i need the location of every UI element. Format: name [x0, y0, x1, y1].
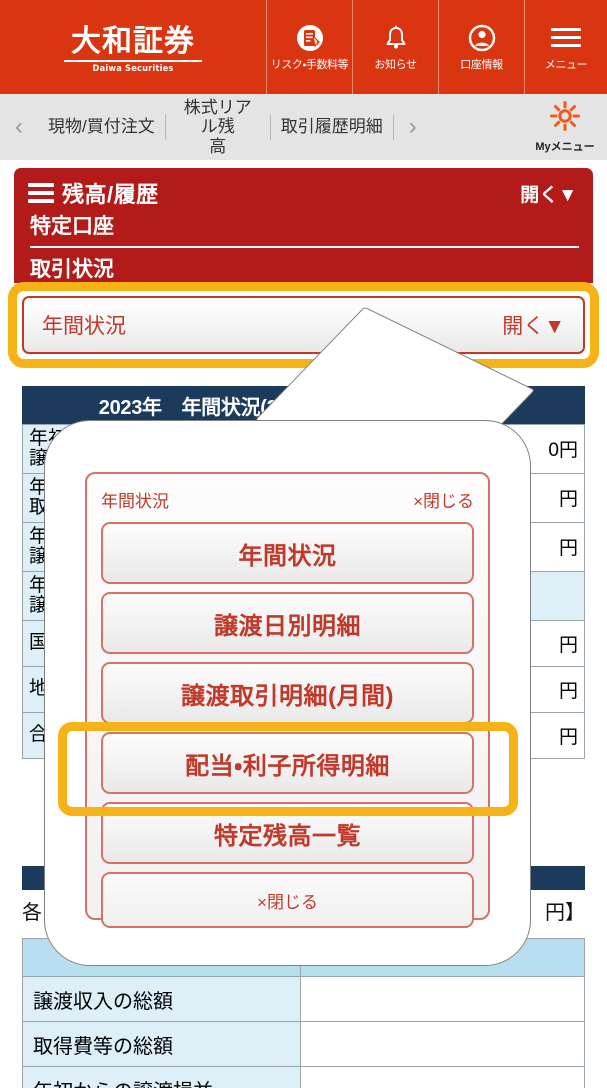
header-button-label: リスク・手数料等 — [270, 58, 349, 71]
hamburger-menu-icon[interactable] — [28, 179, 54, 207]
note-left-text: 各 — [22, 902, 42, 924]
panel-open-toggle[interactable]: 開く▼ — [520, 180, 577, 207]
modal-title: 年間状況 — [101, 492, 169, 511]
modal-menu-item-3[interactable]: 譲渡取引明細(月間) — [101, 662, 474, 724]
logo-sub-text: Daiwa Securities — [92, 64, 174, 75]
logo-main-text: 大和証券 — [71, 23, 195, 59]
header-button-label: お知らせ — [374, 58, 417, 71]
panel-title: 残高/履歴 — [62, 182, 159, 207]
account-type-text: 特定口座 — [30, 215, 114, 238]
table-row: 取得費等の総額 — [22, 1021, 585, 1067]
modal-menu-item-2[interactable]: 譲渡日別明細 — [101, 592, 474, 654]
modal-menu-item-1[interactable]: 年間状況 — [101, 522, 474, 584]
annual-status-select[interactable]: 年間状況 開く▼ — [22, 296, 585, 354]
logo-divider — [64, 60, 202, 63]
nav-item-spot-buy-order[interactable]: 現物/買付注文 — [38, 117, 165, 136]
row-value — [300, 1066, 585, 1088]
header-button-account-info[interactable]: 口座情報 — [438, 0, 524, 94]
header-button-menu[interactable]: メニュー — [524, 0, 607, 94]
row-value — [300, 976, 585, 1022]
section-label: 取引状況 — [30, 258, 114, 281]
header-button-notifications[interactable]: お知らせ — [352, 0, 438, 94]
modal-close-link[interactable]: ×閉じる — [413, 487, 474, 512]
panel-title-row: 残高/履歴 開く▼ — [14, 168, 593, 209]
mymenu-button[interactable]: Myメニュー — [523, 100, 607, 154]
modal-menu-item-4[interactable]: 配当・利子所得明細 — [101, 732, 474, 794]
mymenu-label: Myメニュー — [535, 141, 595, 153]
note-right-text: 円】 — [545, 902, 585, 924]
modal-content: 年間状況 ×閉じる 年間状況譲渡日別明細 譲渡取引明細(月間) 配当・利子所得明細特… — [85, 472, 490, 928]
select-open-toggle: 開く▼ — [502, 315, 565, 338]
table-row: 年初からの譲渡損益 — [22, 1066, 585, 1088]
chevron-right-icon[interactable]: › — [394, 113, 432, 141]
app-screen: 大和証券 Daiwa Securities ! リスク・手数料等 お知らせ 口座… — [0, 0, 607, 1088]
table-row: 譲渡収入の総額 — [22, 976, 585, 1022]
hamburger-menu-icon — [551, 23, 581, 53]
row-label: 譲渡収入の総額 — [22, 976, 301, 1022]
header-button-label: メニュー — [544, 58, 588, 71]
svg-text:!: ! — [316, 40, 318, 47]
nav-item-stock-real-balance[interactable]: 株式リアル残 高 — [166, 98, 270, 155]
app-header: 大和証券 Daiwa Securities ! リスク・手数料等 お知らせ 口座… — [0, 0, 607, 94]
header-button-label: 口座情報 — [460, 58, 503, 71]
modal-header: 年間状況 ×閉じる — [101, 487, 474, 512]
gear-icon — [549, 100, 581, 137]
bell-icon — [383, 23, 409, 53]
nav-item-line1: 株式リアル残 — [183, 98, 252, 137]
nav-item-line2: 高 — [209, 136, 227, 156]
row-label: 取得費等の総額 — [22, 1021, 301, 1067]
breadcrumb-nav: ‹ 現物/買付注文 株式リアル残 高 取引履歴明細 › Myメニュー — [0, 94, 607, 160]
header-button-risk-fees[interactable]: ! リスク・手数料等 — [266, 0, 352, 94]
account-person-icon — [468, 23, 496, 53]
balance-history-panel: 残高/履歴 開く▼ 特定口座 取引状況 — [14, 168, 593, 283]
modal-menu-item-5[interactable]: 特定残高一覧 — [101, 802, 474, 864]
select-current-value: 年間状況 — [42, 315, 126, 338]
daiwa-logo[interactable]: 大和証券 Daiwa Securities — [0, 0, 266, 94]
nav-item-trade-history[interactable]: 取引履歴明細 — [271, 117, 393, 136]
row-value — [300, 1021, 585, 1067]
account-type-label: 特定口座 — [30, 209, 579, 248]
row-label: 年初からの譲渡損益 — [22, 1066, 301, 1088]
modal-footer-close-button[interactable]: ×閉じる — [101, 872, 474, 928]
document-alert-icon: ! — [296, 23, 324, 53]
annual-status-select-wrapper: 年間状況 開く▼ — [22, 296, 585, 354]
chevron-left-icon[interactable]: ‹ — [0, 113, 38, 141]
